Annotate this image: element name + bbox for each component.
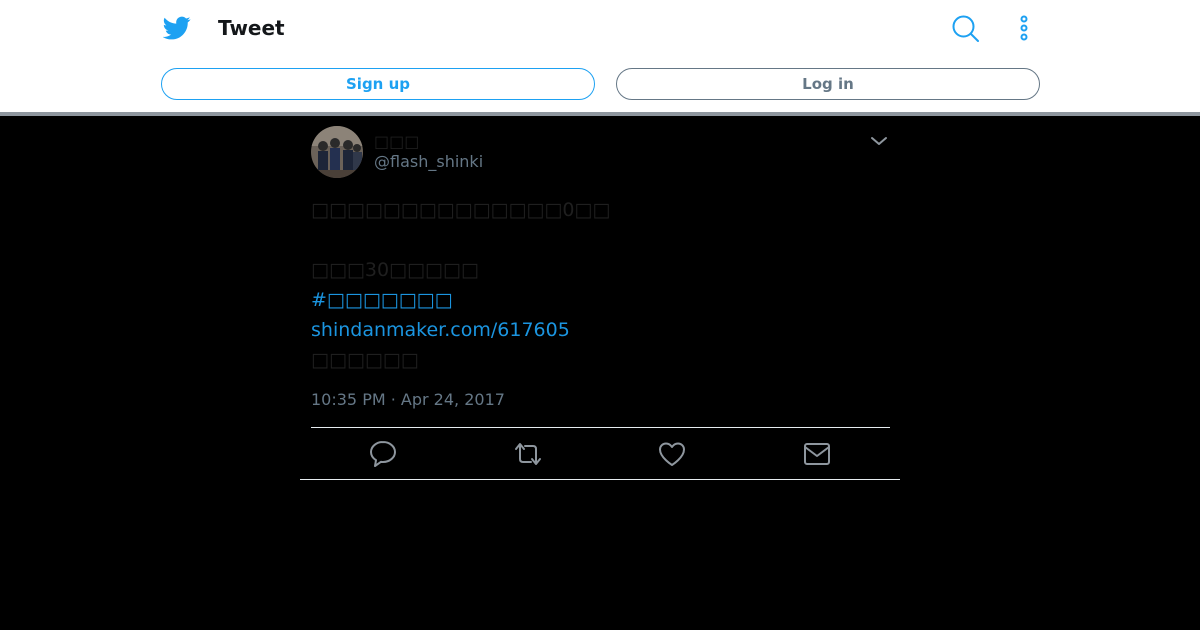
reply-icon[interactable] bbox=[367, 438, 399, 470]
direct-message-icon[interactable] bbox=[801, 438, 833, 470]
tweet-author-handle[interactable]: @flash_shinki bbox=[374, 152, 483, 172]
url-link[interactable]: shindanmaker.com/617605 bbox=[311, 315, 570, 345]
chevron-down-icon[interactable] bbox=[868, 130, 890, 152]
header-divider bbox=[0, 112, 1200, 116]
page-title: Tweet bbox=[218, 16, 285, 40]
hashtag-link[interactable]: #□□□□□□□ bbox=[311, 285, 453, 315]
sign-up-button[interactable]: Sign up bbox=[161, 68, 595, 100]
avatar[interactable] bbox=[311, 126, 363, 178]
top-bar: Tweet Sign up Log in bbox=[0, 0, 1200, 112]
tweet-timestamp[interactable]: 10:35 PM · Apr 24, 2017 bbox=[311, 390, 505, 410]
divider bbox=[311, 427, 890, 428]
log-in-button[interactable]: Log in bbox=[616, 68, 1040, 100]
tweet-text-line: □□□30□□□□□ bbox=[311, 259, 479, 281]
tweet-text-line: □□□□□□□□□□□□□□0□□ bbox=[311, 199, 611, 221]
twitter-bird-icon[interactable] bbox=[162, 14, 191, 42]
more-vertical-icon[interactable] bbox=[1010, 14, 1038, 42]
search-icon[interactable] bbox=[951, 14, 979, 42]
tweet-text-line: □□□□□□ bbox=[311, 349, 419, 371]
retweet-icon[interactable] bbox=[512, 438, 544, 470]
like-icon[interactable] bbox=[656, 438, 688, 470]
divider bbox=[300, 479, 900, 480]
tweet-author-name[interactable]: □□□ bbox=[374, 132, 419, 152]
